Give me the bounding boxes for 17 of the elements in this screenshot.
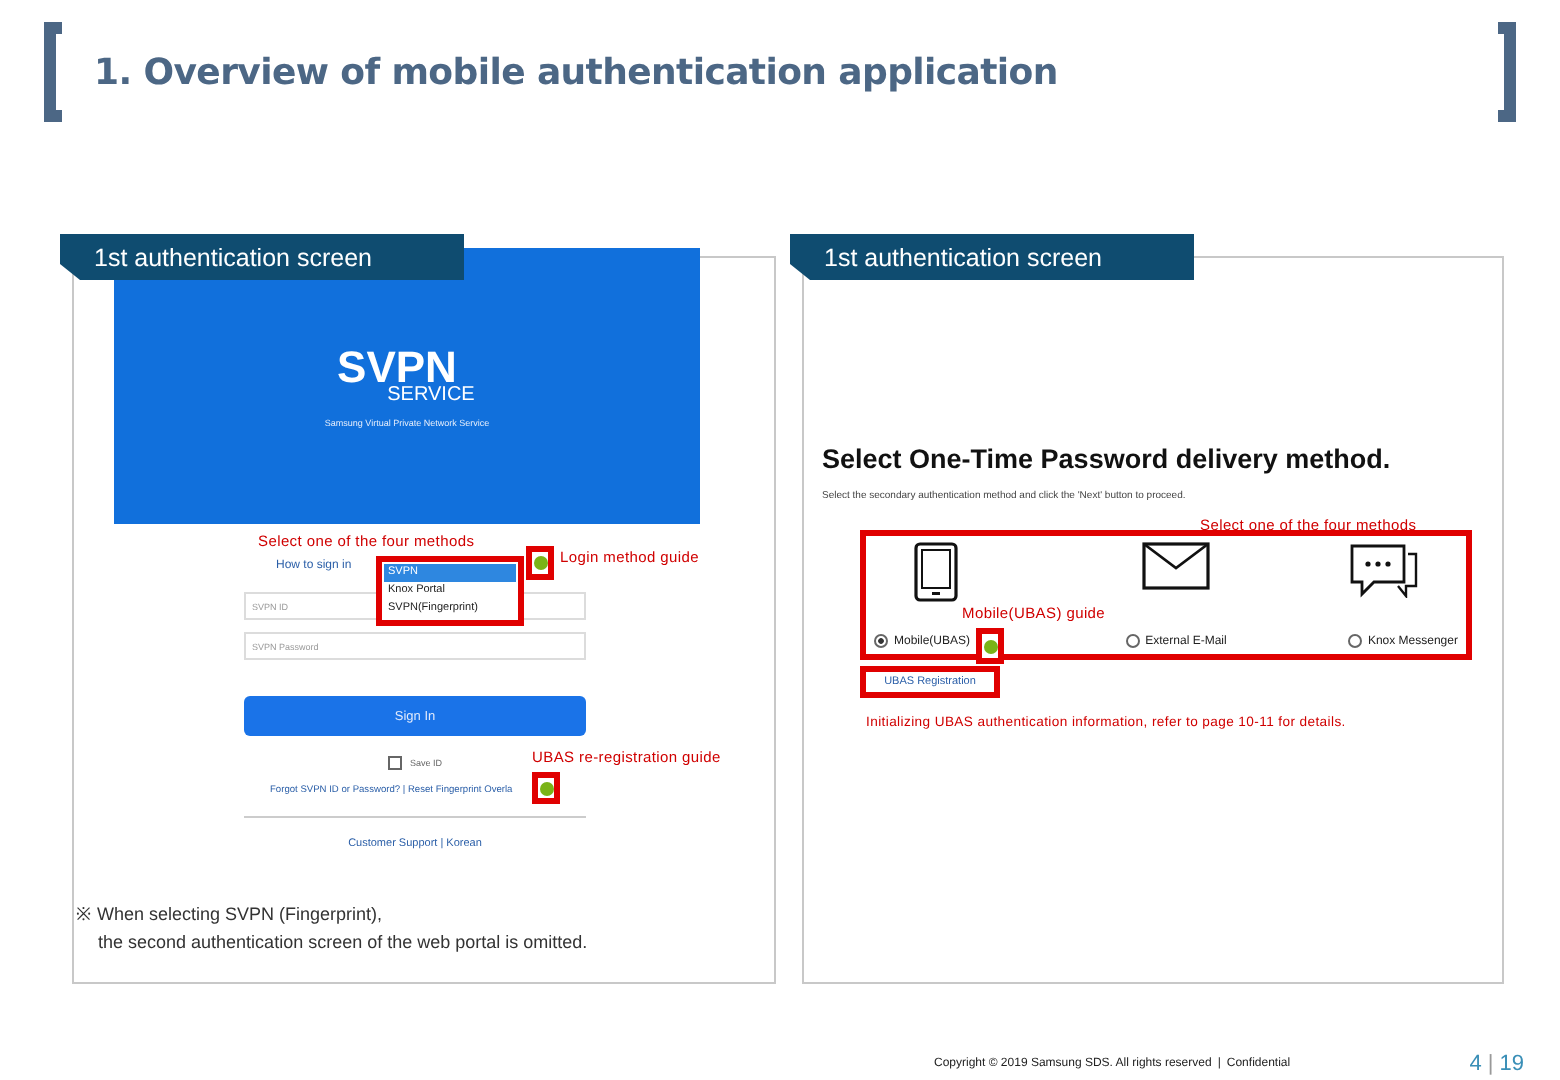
footnote-text: ※ When selecting SVPN (Fingerprint), the second authentication screen of the web portal is omitted. — [76, 902, 588, 956]
slide-title: 1. Overview of mobile authentication application — [92, 51, 1060, 93]
page-separator: | — [1487, 1052, 1494, 1076]
chat-bubble-icon — [1349, 542, 1418, 598]
logo-text: SVPN — [337, 345, 457, 389]
bracket-decoration — [44, 22, 62, 122]
radio-button[interactable] — [1347, 634, 1362, 648]
radio-button[interactable] — [1125, 634, 1140, 648]
page-number: 4 — [1469, 1052, 1482, 1076]
bracket-decoration — [1498, 22, 1516, 122]
phone-icon — [914, 542, 958, 602]
otp-heading: Select One-Time Password delivery method. — [822, 444, 1393, 474]
page-total: 19 — [1499, 1052, 1524, 1076]
radio-button[interactable] — [874, 634, 888, 648]
envelope-icon — [1141, 542, 1210, 590]
save-id-checkbox[interactable] — [387, 756, 402, 770]
logo-subtitle: SERVICE — [387, 385, 475, 405]
